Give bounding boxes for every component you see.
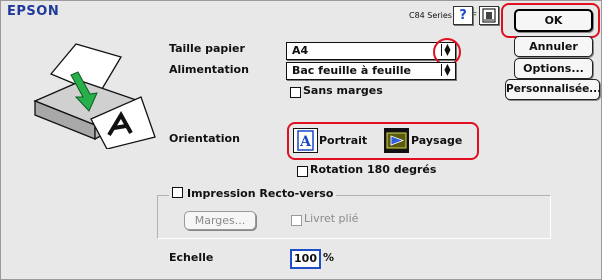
orientation-label: Orientation: [169, 132, 240, 145]
epson-logo: EPSON: [7, 4, 60, 19]
scale-label: Echelle: [169, 251, 214, 264]
scale-input[interactable]: 100: [290, 249, 321, 269]
portrait-label: Portrait: [319, 134, 368, 147]
cancel-button[interactable]: Annuler: [514, 36, 593, 57]
help-button[interactable]: ?: [453, 6, 473, 25]
scale-unit: %: [323, 251, 335, 264]
paper-size-value: A4: [292, 44, 309, 57]
margins-button[interactable]: Marges...: [184, 211, 256, 230]
borderless-checkbox[interactable]: [290, 87, 301, 98]
portrait-icon: A: [297, 130, 314, 151]
duplex-label: Impression Recto-verso: [187, 187, 334, 200]
custom-button[interactable]: Personnalisée...: [505, 79, 601, 100]
portrait-option[interactable]: A: [293, 128, 318, 153]
landscape-option[interactable]: [384, 128, 409, 153]
booklet-label: Livret plié: [304, 212, 359, 225]
rotate-180-label: Rotation 180 degrés: [310, 163, 437, 176]
portrait-glyph: A: [299, 134, 312, 150]
printer-illustration: [33, 43, 156, 149]
paper-source-select[interactable]: Bac feuille à feuille ▲ ▼: [286, 62, 456, 80]
landscape-icon: [386, 132, 407, 149]
ok-button[interactable]: OK: [514, 9, 593, 32]
printer-status-button[interactable]: [479, 6, 499, 25]
duplex-checkbox[interactable]: [172, 187, 183, 198]
paper-source-label: Alimentation: [169, 63, 249, 76]
paper-size-label: Taille papier: [169, 42, 245, 55]
printer-status-icon: [482, 8, 496, 23]
print-setup-dialog: EPSON C84 Series 1.18F ? OK Annuler Opti…: [0, 0, 602, 280]
paper-source-value: Bac feuille à feuille: [292, 64, 411, 77]
rotate-180-checkbox[interactable]: [297, 166, 308, 177]
duplex-title: Impression Recto-verso: [169, 187, 337, 200]
popup-arrows-icon: ▲ ▼: [441, 63, 453, 77]
paper-size-select[interactable]: A4 ▲ ▼: [286, 42, 456, 60]
borderless-label: Sans marges: [303, 84, 383, 97]
options-button[interactable]: Options...: [514, 58, 593, 79]
booklet-checkbox[interactable]: [291, 215, 302, 226]
landscape-label: Paysage: [411, 134, 463, 147]
